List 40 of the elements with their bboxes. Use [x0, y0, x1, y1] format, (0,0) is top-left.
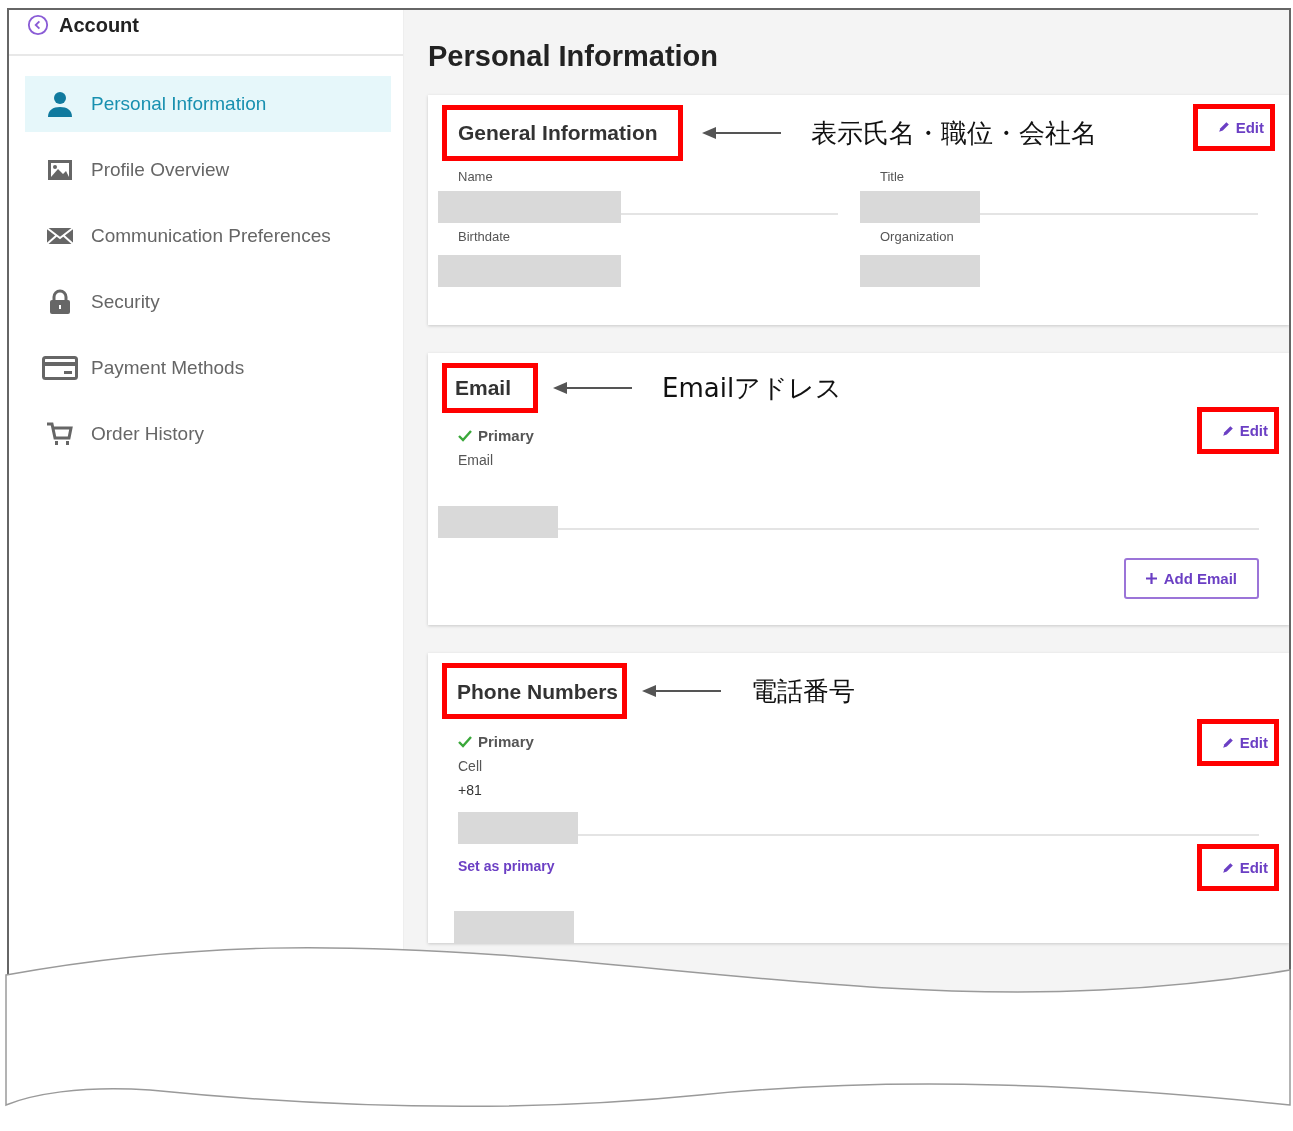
sidebar-item[interactable]: Payment Methods: [25, 340, 391, 396]
page-title: Personal Information: [428, 40, 720, 73]
credit-card-icon: [41, 354, 79, 382]
field-label: Name: [457, 169, 494, 186]
check-icon: [458, 429, 472, 442]
primary-status: Primary: [478, 733, 534, 750]
field-label: Organization: [879, 229, 955, 246]
section-heading: Email: [442, 363, 539, 413]
annotation-note: 表示氏名・職位・会社名: [810, 116, 1097, 150]
back-icon[interactable]: [27, 14, 49, 36]
plus-icon: [1145, 573, 1157, 584]
pencil-icon: [1221, 861, 1234, 874]
annotation-note: 電話番号: [751, 674, 856, 708]
sidebar-item[interactable]: Profile Overview: [25, 142, 391, 198]
sidebar-item[interactable]: Communication Preferences: [25, 208, 391, 264]
sidebar-item[interactable]: Personal Information: [25, 76, 391, 132]
edit-button[interactable]: Edit: [1217, 118, 1264, 136]
edit-button[interactable]: Edit: [1221, 422, 1268, 439]
sidebar-item[interactable]: Security: [25, 274, 391, 330]
cart-icon: [45, 420, 75, 448]
person-icon: [45, 90, 75, 118]
pencil-icon: [1221, 736, 1234, 749]
pencil-icon: [1221, 424, 1234, 437]
edit-button[interactable]: Edit: [1221, 859, 1268, 876]
primary-status: Primary: [478, 427, 534, 444]
field-label: Title: [879, 169, 906, 186]
add-email-button[interactable]: Add Email: [1123, 558, 1259, 599]
section-heading: Phone Numbers: [442, 663, 628, 719]
pencil-icon: [1217, 121, 1230, 133]
check-icon: [458, 735, 472, 748]
field-label: Cell: [458, 758, 484, 774]
field-label: Email: [457, 452, 494, 468]
field-label: Birthdate: [457, 229, 512, 246]
annotation-note: Emailアドレス: [662, 371, 843, 405]
section-heading: General Information: [442, 105, 683, 161]
country-code: +81: [458, 782, 483, 798]
sidebar-item[interactable]: Order History: [25, 406, 391, 462]
set-primary-link[interactable]: Set as primary: [458, 858, 555, 874]
account-title: Account: [59, 14, 139, 37]
edit-button[interactable]: Edit: [1221, 734, 1268, 751]
